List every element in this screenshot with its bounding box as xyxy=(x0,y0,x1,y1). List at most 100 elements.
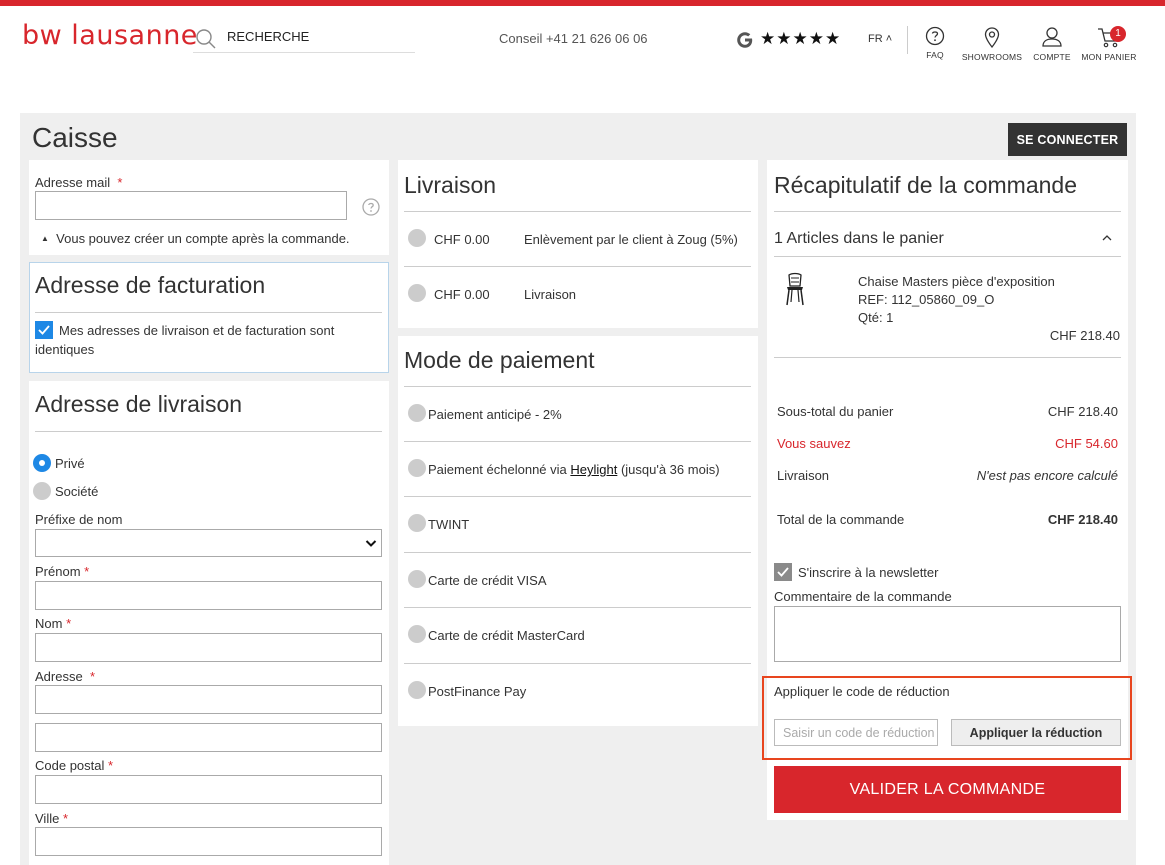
city-input[interactable] xyxy=(35,827,382,856)
email-label: Adresse mail * xyxy=(35,175,123,190)
billing-title: Adresse de facturation xyxy=(35,272,266,298)
billing-divider xyxy=(35,312,382,313)
payment-divider xyxy=(404,386,751,387)
summary-title: Récapitulatif de la commande xyxy=(774,172,1077,198)
payment-heylight-radio[interactable] xyxy=(408,459,426,477)
payment-twint-label[interactable]: TWINT xyxy=(428,517,469,532)
payment-option-divider xyxy=(404,496,751,497)
savings-label: Vous sauvez xyxy=(777,436,851,451)
postcode-label: Code postal * xyxy=(35,758,114,773)
product-name[interactable]: Chaise Masters pièce d'exposition xyxy=(858,274,1055,289)
type-company-label[interactable]: Société xyxy=(55,484,98,499)
address-line1-input[interactable] xyxy=(35,685,382,714)
address-line2-input[interactable] xyxy=(35,723,382,752)
cart-items-count[interactable]: 1 Articles dans le panier xyxy=(774,230,944,248)
newsletter-checkbox[interactable] xyxy=(774,563,792,581)
delivery-option-pickup-radio[interactable] xyxy=(408,229,426,247)
nav-showrooms[interactable]: SHOWROOMS xyxy=(960,26,1024,62)
type-private-radio[interactable] xyxy=(33,454,51,472)
product-ref: REF: 112_05860_09_O xyxy=(858,292,995,307)
city-label: Ville * xyxy=(35,811,69,826)
email-input[interactable] xyxy=(35,191,347,220)
type-company-radio[interactable] xyxy=(33,482,51,500)
question-circle-icon xyxy=(925,26,945,46)
chevron-up-icon[interactable] xyxy=(1102,234,1112,241)
delivery-option-shipping-price: CHF 0.00 xyxy=(434,287,490,302)
nav-faq-label: FAQ xyxy=(926,50,944,60)
newsletter-label[interactable]: S'inscrire à la newsletter xyxy=(798,565,938,580)
delivery-option-shipping-label[interactable]: Livraison xyxy=(524,287,576,302)
delivery-panel: Livraison CHF 0.00 Enlèvement par le cli… xyxy=(398,160,758,328)
payment-mastercard-label[interactable]: Carte de crédit MasterCard xyxy=(428,628,585,643)
account-note: ▲ Vous pouvez créer un compte après la c… xyxy=(41,231,350,246)
product-price: CHF 218.40 xyxy=(1049,328,1120,343)
payment-postfinance-label[interactable]: PostFinance Pay xyxy=(428,684,526,699)
check-icon xyxy=(777,567,789,577)
rating-stars: ★★★★★ xyxy=(760,29,842,48)
total-value: CHF 218.40 xyxy=(1047,512,1118,527)
cart-divider xyxy=(774,256,1121,257)
lastname-label: Nom * xyxy=(35,616,72,631)
site-logo[interactable]: bw lausanne xyxy=(22,20,198,51)
delivery-title: Livraison xyxy=(404,172,497,198)
delivery-option-pickup-price: CHF 0.00 xyxy=(434,232,490,247)
payment-option-divider xyxy=(404,663,751,664)
nav-faq[interactable]: FAQ xyxy=(922,26,948,60)
firstname-label: Prénom * xyxy=(35,564,90,579)
nav-account[interactable]: COMPTE xyxy=(1032,26,1072,62)
help-icon[interactable] xyxy=(362,198,380,216)
postcode-input[interactable] xyxy=(35,775,382,804)
payment-prepay-radio[interactable] xyxy=(408,404,426,422)
language-selector[interactable]: FR ˄ xyxy=(868,33,892,45)
shipping-address-title: Adresse de livraison xyxy=(35,391,243,417)
same-address-label[interactable]: Mes adresses de livraison et de facturat… xyxy=(35,321,365,359)
validate-order-button[interactable]: VALIDER LA COMMANDE xyxy=(774,766,1121,813)
payment-title: Mode de paiement xyxy=(404,347,595,373)
payment-prepay-label[interactable]: Paiement anticipé - 2% xyxy=(428,407,562,422)
discount-highlight-box xyxy=(762,676,1132,760)
payment-visa-radio[interactable] xyxy=(408,570,426,588)
email-panel: Adresse mail * ▲ Vous pouvez créer un co… xyxy=(29,160,389,255)
firstname-input[interactable] xyxy=(35,581,382,610)
google-logo-icon xyxy=(737,32,753,48)
address-label: Adresse * xyxy=(35,669,95,684)
subtotal-value: CHF 218.40 xyxy=(1047,404,1118,419)
login-button[interactable]: SE CONNECTER xyxy=(1008,123,1127,156)
chair-icon xyxy=(786,272,804,306)
payment-visa-label[interactable]: Carte de crédit VISA xyxy=(428,573,547,588)
payment-option-divider xyxy=(404,552,751,553)
nav-cart-label: MON PANIER xyxy=(1081,52,1137,62)
search-bar xyxy=(193,26,415,53)
triangle-up-icon: ▲ xyxy=(41,234,49,243)
payment-twint-radio[interactable] xyxy=(408,514,426,532)
nav-showrooms-label: SHOWROOMS xyxy=(961,52,1023,62)
delivery-option-divider xyxy=(404,266,751,267)
header-divider xyxy=(907,26,908,54)
payment-postfinance-radio[interactable] xyxy=(408,681,426,699)
heylight-link[interactable]: Heylight xyxy=(570,462,617,477)
payment-panel: Mode de paiement Paiement anticipé - 2% … xyxy=(398,336,758,726)
site-header: bw lausanne Conseil +41 21 626 06 06 ★★★… xyxy=(0,6,1165,86)
payment-option-divider xyxy=(404,607,751,608)
nav-cart[interactable]: MON PANIER xyxy=(1080,26,1138,62)
delivery-option-shipping-radio[interactable] xyxy=(408,284,426,302)
prefix-select[interactable] xyxy=(35,529,382,557)
chevron-down-icon xyxy=(365,540,377,547)
total-label: Total de la commande xyxy=(777,512,905,527)
shipping-address-divider xyxy=(35,431,382,432)
cart-count-badge: 1 xyxy=(1110,26,1126,42)
payment-heylight-label[interactable]: Paiement échelonné via Heylight (jusqu'à… xyxy=(428,462,720,477)
comment-label: Commentaire de la commande xyxy=(774,589,952,604)
nav-account-label: COMPTE xyxy=(1033,52,1071,62)
shipping-cost-value: N'est pas encore calculé xyxy=(976,468,1118,483)
prefix-label: Préfixe de nom xyxy=(35,512,123,527)
search-input[interactable] xyxy=(227,29,407,44)
search-icon[interactable] xyxy=(195,28,217,50)
type-private-label[interactable]: Privé xyxy=(55,456,85,471)
lastname-input[interactable] xyxy=(35,633,382,662)
map-pin-icon xyxy=(984,27,1000,48)
comment-textarea[interactable] xyxy=(774,606,1121,662)
summary-divider xyxy=(774,211,1121,212)
delivery-option-pickup-label[interactable]: Enlèvement par le client à Zoug (5%) xyxy=(524,232,738,247)
payment-mastercard-radio[interactable] xyxy=(408,625,426,643)
